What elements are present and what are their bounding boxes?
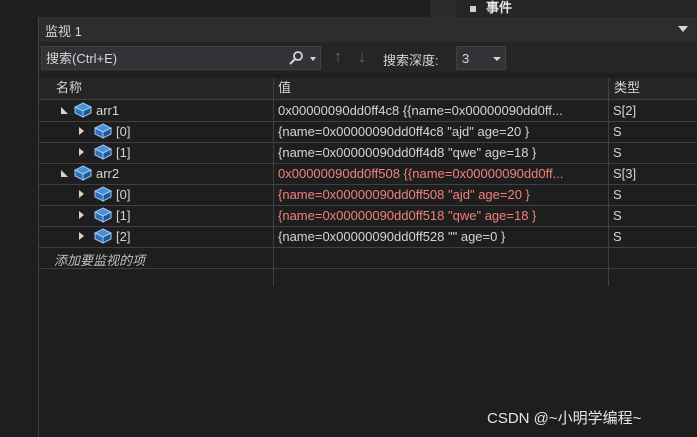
row-value[interactable]: 0x00000090dd0ff508 {{name=0x00000090dd0f…	[278, 166, 604, 181]
row-name: [2]	[116, 229, 131, 244]
row-type: S[2]	[613, 103, 637, 118]
row-value[interactable]: {name=0x00000090dd0ff518 "qwe" age=18 }	[278, 208, 604, 223]
object-cube-icon	[74, 102, 92, 118]
search-depth-label: 搜索深度:	[383, 53, 439, 68]
column-divider[interactable]	[608, 78, 609, 286]
watch-row[interactable]: [1] {name=0x00000090dd0ff4d8 "qwe" age=18…	[39, 142, 697, 164]
search-box[interactable]	[41, 46, 321, 70]
watch-panel: 监视 1 ↑ ↓ 搜索深度: 3 名称 值 类型 arr1 0x00000090d…	[38, 17, 697, 437]
row-type: S	[613, 208, 622, 223]
watch-row[interactable]: [2] {name=0x00000090dd0ff528 "" age=0 } S	[39, 226, 697, 248]
search-input[interactable]	[42, 47, 282, 69]
object-cube-icon	[74, 165, 92, 181]
row-type: S	[613, 229, 622, 244]
row-value[interactable]: 0x00000090dd0ff4c8 {{name=0x00000090dd0f…	[278, 103, 604, 118]
collapsed-arrow-icon[interactable]	[79, 211, 84, 219]
find-previous-icon[interactable]: ↑	[329, 47, 347, 67]
watch-toolbar: ↑ ↓ 搜索深度: 3	[39, 42, 697, 73]
collapsed-arrow-icon[interactable]	[79, 127, 84, 135]
find-next-icon[interactable]: ↓	[353, 47, 371, 67]
row-value[interactable]: {name=0x00000090dd0ff4c8 "ajd" age=20 }	[278, 124, 604, 139]
row-value[interactable]: {name=0x00000090dd0ff4d8 "qwe" age=18 }	[278, 145, 604, 160]
search-depth-value: 3	[462, 51, 470, 66]
row-name: [0]	[116, 187, 131, 202]
grid-header: 名称 值 类型	[39, 78, 697, 100]
events-label: 事件	[486, 0, 513, 15]
expanded-arrow-icon[interactable]	[61, 107, 68, 114]
row-value[interactable]: {name=0x00000090dd0ff508 "ajd" age=20 }	[278, 187, 604, 202]
row-name: arr1	[96, 103, 120, 118]
collapsed-arrow-icon[interactable]	[79, 148, 84, 156]
column-header-name[interactable]: 名称	[56, 78, 82, 99]
panel-titlebar: 监视 1	[39, 17, 697, 42]
row-name: [1]	[116, 208, 131, 223]
collapse-icon[interactable]	[470, 6, 476, 12]
row-name: [0]	[116, 124, 131, 139]
object-cube-icon	[94, 144, 112, 160]
watch-row[interactable]: [0] {name=0x00000090dd0ff508 "ajd" age=20…	[39, 184, 697, 206]
object-cube-icon	[94, 186, 112, 202]
panel-menu-chevron-icon[interactable]	[678, 26, 688, 32]
watch-row[interactable]: [0] {name=0x00000090dd0ff4c8 "ajd" age=20…	[39, 121, 697, 143]
row-type: S[3]	[613, 166, 637, 181]
column-header-value[interactable]: 值	[278, 78, 291, 99]
row-name: arr2	[96, 166, 120, 181]
chevron-down-icon	[493, 57, 501, 61]
object-cube-icon	[94, 123, 112, 139]
column-divider[interactable]	[273, 78, 274, 286]
object-cube-icon	[94, 207, 112, 223]
add-watch-row[interactable]: 添加要监视的项	[39, 247, 697, 269]
row-value[interactable]: {name=0x00000090dd0ff528 "" age=0 }	[278, 229, 604, 244]
expanded-arrow-icon[interactable]	[61, 170, 68, 177]
watch-row[interactable]: arr1 0x00000090dd0ff4c8 {{name=0x00000090…	[39, 100, 697, 122]
row-type: S	[613, 187, 622, 202]
watch-row[interactable]: [1] {name=0x00000090dd0ff518 "qwe" age=18…	[39, 205, 697, 227]
object-cube-icon	[94, 228, 112, 244]
splitter	[430, 0, 456, 17]
row-name: [1]	[116, 145, 131, 160]
column-header-type[interactable]: 类型	[614, 78, 640, 99]
top-strip: 事件	[0, 0, 697, 17]
watermark: CSDN @~小明学编程~	[487, 410, 642, 427]
watch-row[interactable]: arr2 0x00000090dd0ff508 {{name=0x00000090…	[39, 163, 697, 185]
add-watch-placeholder[interactable]: 添加要监视的项	[54, 250, 145, 269]
search-icon[interactable]	[288, 50, 304, 66]
panel-title: 监视 1	[45, 24, 82, 39]
collapsed-arrow-icon[interactable]	[79, 232, 84, 240]
search-options-chevron-icon[interactable]	[310, 57, 316, 61]
collapsed-arrow-icon[interactable]	[79, 190, 84, 198]
row-type: S	[613, 145, 622, 160]
row-type: S	[613, 124, 622, 139]
search-depth-select[interactable]: 3	[456, 46, 506, 70]
